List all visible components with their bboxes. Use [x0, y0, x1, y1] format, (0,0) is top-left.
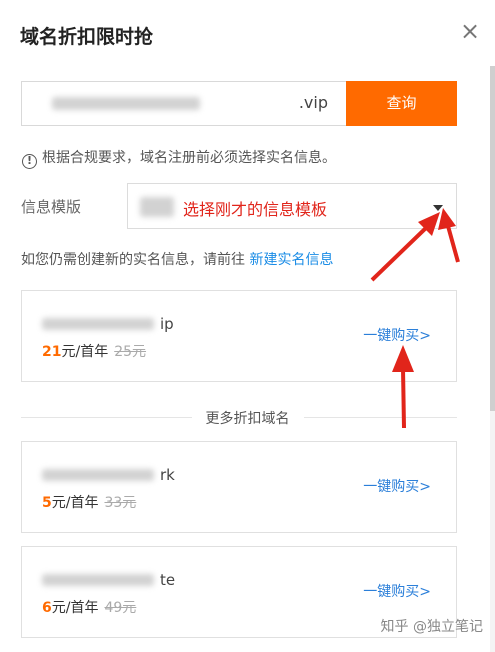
close-icon[interactable]: × — [459, 19, 481, 43]
featured-domain-card: ip 21元/首年 25元 一键购买> — [21, 290, 457, 382]
price-value: 5 — [42, 495, 52, 511]
more-discount-label: 更多折扣域名 — [191, 411, 304, 427]
domain-price: 21元/首年 25元 — [42, 341, 146, 361]
create-info-link[interactable]: 新建实名信息 — [249, 252, 333, 268]
more-discount-title: 更多折扣域名 — [0, 408, 495, 428]
domain-tld: ip — [160, 315, 174, 333]
price-unit: 元/首年 — [61, 344, 109, 360]
price-unit: 元/首年 — [51, 495, 99, 511]
domain-name: te — [42, 571, 175, 589]
domain-tld: te — [160, 571, 176, 589]
domain-name: ip — [42, 315, 174, 333]
dropdown-caret-icon[interactable] — [433, 205, 443, 211]
domain-discount-dialog: 域名折扣限时抢 × .vip 查询 ! 根据合规要求，域名注册前必须选择实名信息。… — [0, 0, 495, 652]
original-price: 49元 — [104, 600, 137, 616]
blurred-template-name — [140, 197, 174, 217]
buy-now-link[interactable]: 一键购买> — [363, 581, 431, 601]
zhihu-watermark: 知乎 @独立笔记 — [380, 619, 483, 635]
notice-text: 根据合规要求，域名注册前必须选择实名信息。 — [42, 150, 336, 166]
blurred-domain-name — [42, 574, 154, 586]
buy-now-link[interactable]: 一键购买> — [363, 325, 431, 345]
buy-now-link[interactable]: 一键购买> — [363, 476, 431, 496]
domain-search-input[interactable]: .vip — [21, 81, 346, 126]
blurred-domain-name — [42, 469, 154, 481]
create-info-hint: 如您仍需创建新的实名信息，请前往 新建实名信息 — [21, 249, 333, 269]
blurred-domain-name — [42, 318, 154, 330]
dialog-title: 域名折扣限时抢 — [20, 26, 154, 48]
domain-suffix: .vip — [298, 93, 328, 112]
blurred-domain-text — [52, 97, 200, 110]
discount-domain-card: rk 5元/首年 33元 一键购买> — [21, 441, 457, 533]
price-value: 6 — [42, 600, 52, 616]
price-unit: 元/首年 — [51, 600, 99, 616]
original-price: 33元 — [104, 495, 137, 511]
domain-name: rk — [42, 466, 175, 484]
info-icon: ! — [22, 154, 37, 169]
template-select[interactable]: 选择刚才的信息模板 — [127, 183, 457, 229]
template-annotation: 选择刚才的信息模板 — [183, 200, 328, 219]
scrollbar-thumb[interactable] — [490, 66, 495, 411]
query-button[interactable]: 查询 — [346, 81, 457, 126]
domain-tld: rk — [160, 466, 175, 484]
compliance-notice: ! 根据合规要求，域名注册前必须选择实名信息。 — [22, 147, 336, 169]
domain-price: 5元/首年 33元 — [42, 492, 136, 512]
original-price: 25元 — [114, 344, 147, 360]
domain-price: 6元/首年 49元 — [42, 597, 136, 617]
create-info-text: 如您仍需创建新的实名信息，请前往 — [21, 252, 245, 268]
price-value: 21 — [42, 344, 62, 360]
template-label: 信息模版 — [21, 198, 82, 216]
